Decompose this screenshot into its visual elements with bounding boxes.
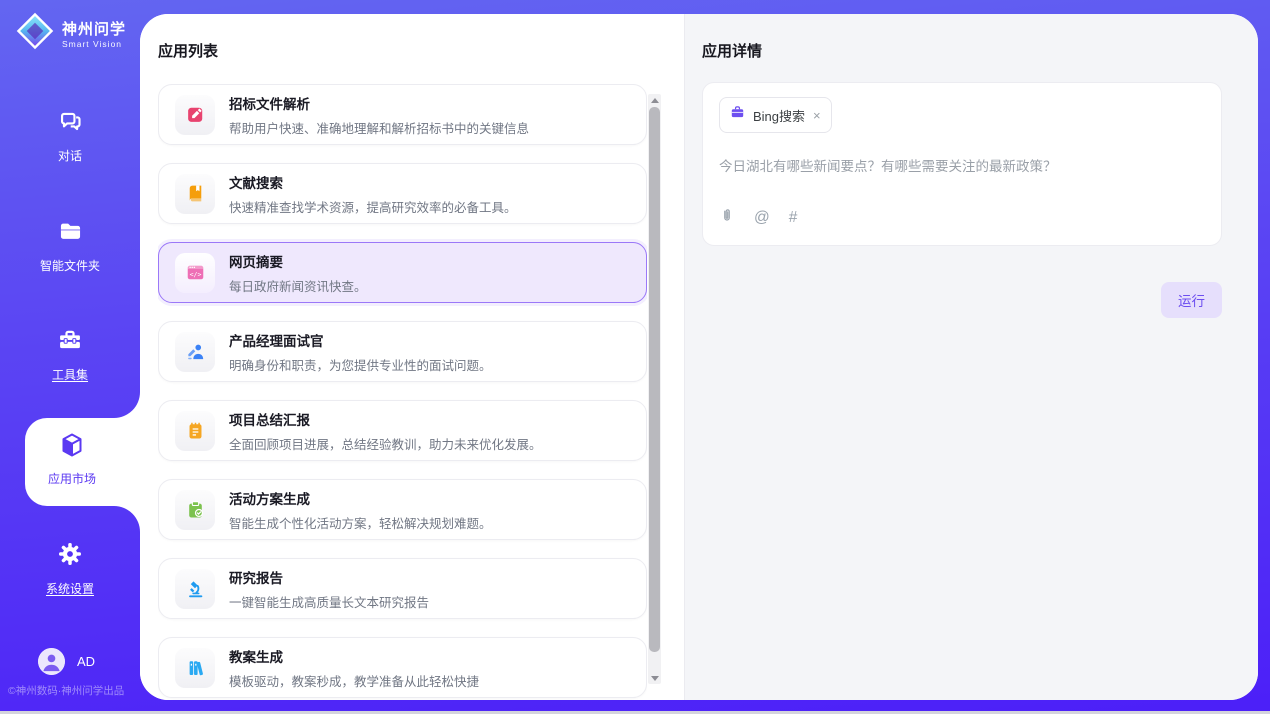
app-card[interactable]: 教案生成 模板驱动，教案秒成，教学准备从此轻松快捷: [158, 637, 647, 698]
copyright-footer: ©神州数码·神州问学出品: [8, 683, 124, 698]
app-card[interactable]: 产品经理面试官 明确身份和职责，为您提供专业性的面试问题。: [158, 321, 647, 382]
briefcase-icon: [730, 105, 745, 125]
app-title: 项目总结汇报: [229, 409, 542, 429]
pen-square-icon: [175, 95, 215, 135]
app-description: 智能生成个性化活动方案，轻松解决规划难题。: [229, 513, 492, 532]
brand-name: 神州问学: [62, 18, 126, 39]
app-description: 模板驱动，教案秒成，教学准备从此轻松快捷: [229, 671, 479, 690]
avatar: [38, 648, 65, 675]
app-list-panel: 应用列表 招标文件解析 帮助用户快速、准确地理解和解析招标书中的关键信息: [140, 14, 685, 700]
sidebar-item-toolset[interactable]: 工具集: [0, 326, 140, 383]
clipboard-check-icon: [175, 490, 215, 530]
microscope-icon: [175, 569, 215, 609]
gear-icon: [56, 540, 84, 573]
chat-icon: [57, 108, 84, 140]
app-logo: 神州问学 Smart Vision: [16, 12, 126, 55]
run-button[interactable]: 运行: [1161, 282, 1222, 318]
app-card[interactable]: 文献搜索 快速精准查找学术资源，提高研究效率的必备工具。: [158, 163, 647, 224]
app-title: 活动方案生成: [229, 488, 492, 508]
browser-code-icon: </>: [175, 253, 215, 293]
interviewer-icon: [175, 332, 215, 372]
cube-icon: [57, 430, 87, 465]
user-initials: AD: [77, 654, 95, 669]
app-list-title: 应用列表: [158, 40, 218, 61]
app-detail-panel: 应用详情 Bing搜索 × 今日湖北有哪些新闻要点？有哪些需要关注的最新政策？: [685, 14, 1258, 700]
sidebar-item-smart-folders[interactable]: 智能文件夹: [0, 218, 140, 274]
app-description: 快速精准查找学术资源，提高研究效率的必备工具。: [229, 197, 517, 216]
app-card[interactable]: 研究报告 一键智能生成高质量长文本研究报告: [158, 558, 647, 619]
app-card[interactable]: 活动方案生成 智能生成个性化活动方案，轻松解决规划难题。: [158, 479, 647, 540]
app-description: 帮助用户快速、准确地理解和解析招标书中的关键信息: [229, 118, 529, 137]
tool-tag-bing-search[interactable]: Bing搜索 ×: [719, 97, 832, 133]
sidebar-item-label: 对话: [58, 147, 82, 164]
sidebar-item-settings[interactable]: 系统设置: [0, 540, 140, 597]
prompt-card: Bing搜索 × 今日湖北有哪些新闻要点？有哪些需要关注的最新政策？ @ #: [702, 82, 1222, 246]
close-icon[interactable]: ×: [813, 109, 821, 122]
app-card-list: 招标文件解析 帮助用户快速、准确地理解和解析招标书中的关键信息 文献搜索 快速精…: [158, 84, 647, 700]
hash-icon[interactable]: #: [789, 209, 798, 227]
app-detail-title: 应用详情: [702, 40, 762, 61]
app-description: 全面回顾项目进展，总结经验教训，助力未来优化发展。: [229, 434, 542, 453]
app-description: 明确身份和职责，为您提供专业性的面试问题。: [229, 355, 492, 374]
sidebar-item-label: 系统设置: [46, 580, 94, 597]
run-row: 运行: [702, 282, 1222, 318]
scroll-down-arrow-icon[interactable]: [648, 672, 661, 684]
app-title: 网页摘要: [229, 251, 367, 271]
app-title: 产品经理面试官: [229, 330, 492, 350]
attach-toolbar: @ #: [719, 207, 797, 229]
notepad-icon: [175, 411, 215, 451]
sidebar-item-label: 工具集: [52, 366, 88, 383]
app-title: 教案生成: [229, 646, 479, 666]
main-content: 应用列表 招标文件解析 帮助用户快速、准确地理解和解析招标书中的关键信息: [140, 14, 1258, 700]
sidebar-item-label: 应用市场: [48, 470, 96, 487]
mention-at-icon[interactable]: @: [754, 209, 770, 227]
list-scrollbar[interactable]: [648, 94, 661, 684]
sidebar: 神州问学 Smart Vision 对话 智能文件夹: [0, 0, 140, 714]
tool-tag-label: Bing搜索: [753, 106, 805, 125]
app-description: 每日政府新闻资讯快查。: [229, 276, 367, 295]
app-description: 一键智能生成高质量长文本研究报告: [229, 592, 429, 611]
book-icon: [175, 174, 215, 214]
scroll-up-arrow-icon[interactable]: [648, 94, 661, 106]
scrollbar-thumb[interactable]: [649, 107, 660, 652]
paperclip-icon[interactable]: [719, 207, 735, 229]
app-card-selected[interactable]: </> 网页摘要 每日政府新闻资讯快查。: [158, 242, 647, 303]
brand-diamond-icon: [16, 12, 54, 55]
svg-text:</>: </>: [189, 270, 201, 278]
folder-icon: [57, 218, 84, 250]
app-title: 招标文件解析: [229, 93, 529, 113]
sidebar-item-chat[interactable]: 对话: [0, 108, 140, 164]
books-icon: [175, 648, 215, 688]
app-card[interactable]: 项目总结汇报 全面回顾项目进展，总结经验教训，助力未来优化发展。: [158, 400, 647, 461]
query-text[interactable]: 今日湖北有哪些新闻要点？有哪些需要关注的最新政策？: [719, 155, 1205, 175]
sidebar-item-app-market[interactable]: 应用市场: [25, 418, 119, 498]
app-title: 文献搜索: [229, 172, 517, 192]
user-account[interactable]: AD: [38, 648, 95, 675]
brand-subtitle: Smart Vision: [62, 39, 126, 49]
sidebar-item-label: 智能文件夹: [40, 257, 100, 274]
toolbox-icon: [56, 326, 84, 359]
app-card[interactable]: 招标文件解析 帮助用户快速、准确地理解和解析招标书中的关键信息: [158, 84, 647, 145]
app-title: 研究报告: [229, 567, 429, 587]
